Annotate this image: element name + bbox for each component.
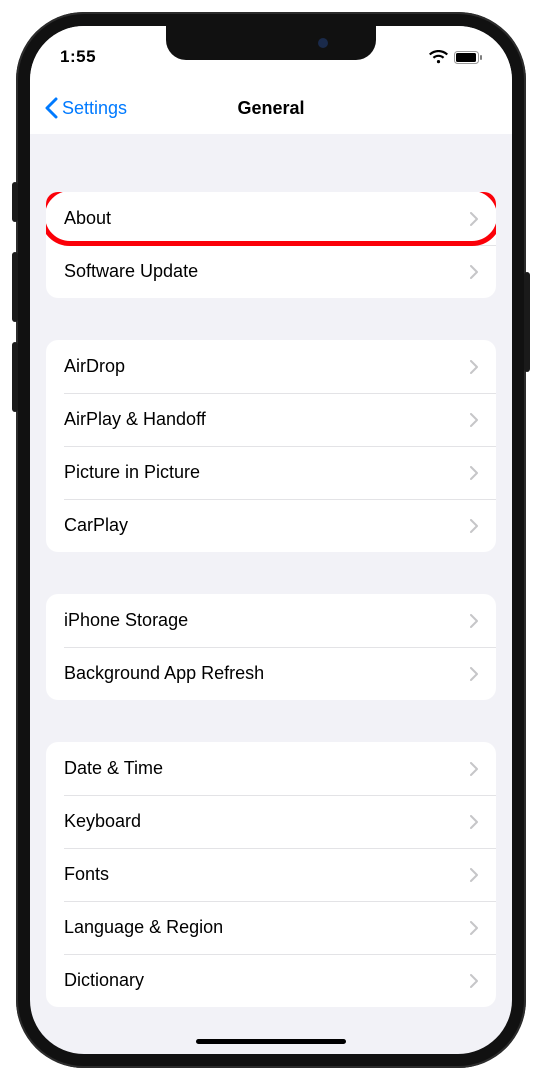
row-airdrop[interactable]: AirDrop — [46, 340, 496, 393]
row-carplay[interactable]: CarPlay — [46, 499, 496, 552]
settings-group: About Software Update — [46, 192, 496, 298]
chevron-right-icon — [470, 413, 478, 427]
chevron-right-icon — [470, 667, 478, 681]
home-indicator — [196, 1039, 346, 1044]
chevron-right-icon — [470, 614, 478, 628]
row-label: AirPlay & Handoff — [64, 409, 206, 430]
page-title: General — [237, 98, 304, 119]
row-software-update[interactable]: Software Update — [46, 245, 496, 298]
settings-group: Date & Time Keyboard Fonts Language & Re… — [46, 742, 496, 1007]
chevron-right-icon — [470, 868, 478, 882]
nav-bar: Settings General — [30, 82, 512, 134]
row-airplay-handoff[interactable]: AirPlay & Handoff — [46, 393, 496, 446]
row-fonts[interactable]: Fonts — [46, 848, 496, 901]
chevron-right-icon — [470, 921, 478, 935]
row-date-time[interactable]: Date & Time — [46, 742, 496, 795]
row-dictionary[interactable]: Dictionary — [46, 954, 496, 1007]
wifi-icon — [429, 50, 448, 64]
chevron-right-icon — [470, 762, 478, 776]
row-label: CarPlay — [64, 515, 128, 536]
row-label: Dictionary — [64, 970, 144, 991]
row-label: Picture in Picture — [64, 462, 200, 483]
settings-group: iPhone Storage Background App Refresh — [46, 594, 496, 700]
row-picture-in-picture[interactable]: Picture in Picture — [46, 446, 496, 499]
screen: 1:55 Settings General — [30, 26, 512, 1054]
back-label: Settings — [62, 98, 127, 119]
chevron-right-icon — [470, 360, 478, 374]
row-label: About — [64, 208, 111, 229]
chevron-right-icon — [470, 815, 478, 829]
status-time: 1:55 — [60, 47, 96, 67]
row-keyboard[interactable]: Keyboard — [46, 795, 496, 848]
chevron-left-icon — [44, 97, 58, 119]
row-background-app-refresh[interactable]: Background App Refresh — [46, 647, 496, 700]
chevron-right-icon — [470, 265, 478, 279]
chevron-right-icon — [470, 974, 478, 988]
row-about[interactable]: About — [46, 192, 496, 245]
power-button — [524, 272, 530, 372]
battery-icon — [454, 51, 482, 64]
row-label: Language & Region — [64, 917, 223, 938]
content: About Software Update AirDrop AirPlay & … — [30, 134, 512, 1007]
row-label: iPhone Storage — [64, 610, 188, 631]
notch — [166, 26, 376, 60]
row-label: Fonts — [64, 864, 109, 885]
volume-down — [12, 342, 18, 412]
mute-switch — [12, 182, 18, 222]
device-frame: 1:55 Settings General — [16, 12, 526, 1068]
row-label: Keyboard — [64, 811, 141, 832]
chevron-right-icon — [470, 212, 478, 226]
row-label: AirDrop — [64, 356, 125, 377]
back-button[interactable]: Settings — [44, 97, 127, 119]
row-label: Background App Refresh — [64, 663, 264, 684]
row-label: Software Update — [64, 261, 198, 282]
chevron-right-icon — [470, 466, 478, 480]
settings-group: AirDrop AirPlay & Handoff Picture in Pic… — [46, 340, 496, 552]
volume-up — [12, 252, 18, 322]
chevron-right-icon — [470, 519, 478, 533]
row-iphone-storage[interactable]: iPhone Storage — [46, 594, 496, 647]
row-label: Date & Time — [64, 758, 163, 779]
row-language-region[interactable]: Language & Region — [46, 901, 496, 954]
